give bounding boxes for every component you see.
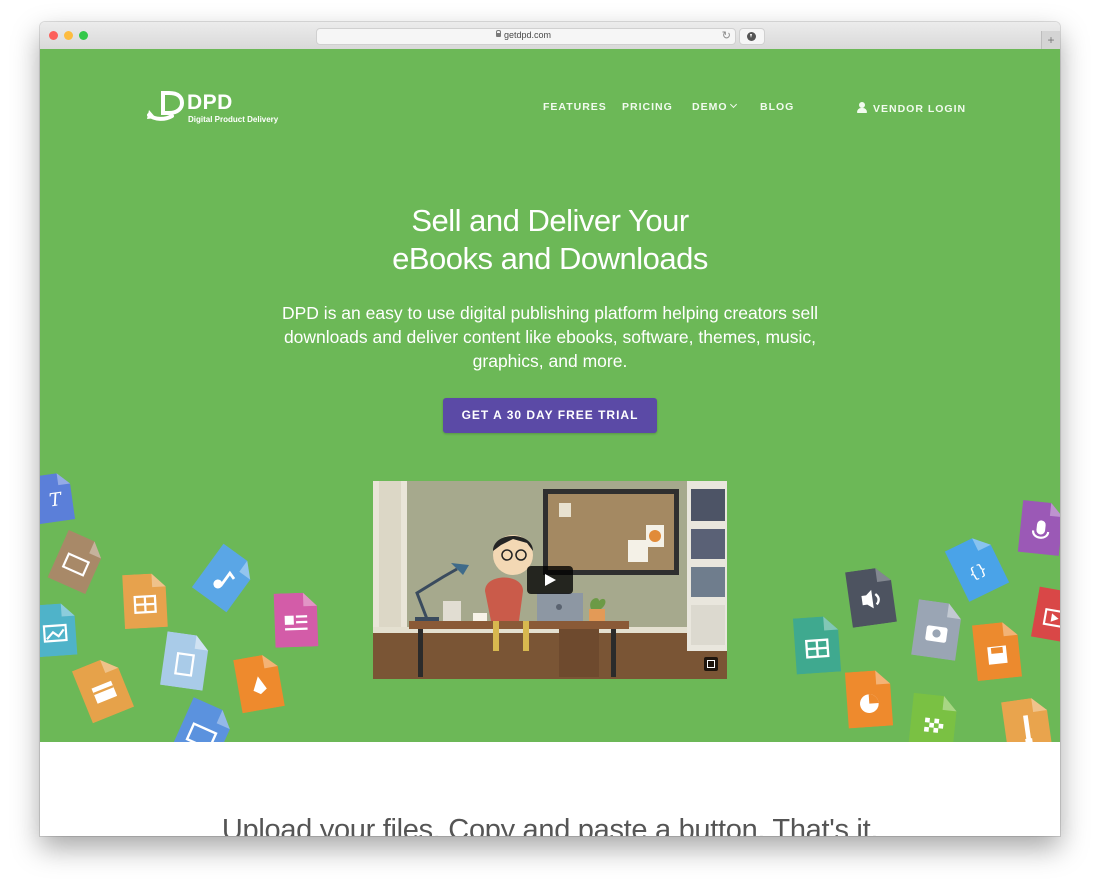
address-bar[interactable]: getdpd.com ↻ <box>316 28 736 45</box>
chevron-down-icon <box>729 100 737 109</box>
nav-vendor-login-label: VENDOR LOGIN <box>873 103 967 115</box>
maximize-window-button[interactable] <box>79 31 88 40</box>
hero-section: DPD Digital Product Delivery FEATURES PR… <box>40 49 1060 742</box>
downloads-button[interactable] <box>739 28 765 45</box>
dpd-logo[interactable]: DPD Digital Product Delivery <box>147 91 279 125</box>
audio-file-icon <box>845 568 897 628</box>
generic-file-icon <box>160 631 209 691</box>
reload-icon[interactable]: ↻ <box>722 29 731 42</box>
table-file-icon <box>792 616 842 675</box>
checker-file-icon <box>908 692 957 742</box>
nav-features[interactable]: FEATURES <box>543 101 607 113</box>
intro-video[interactable] <box>373 481 727 679</box>
close-window-button[interactable] <box>49 31 58 40</box>
video-file-icon <box>1030 586 1060 644</box>
pie-chart-file-icon <box>844 670 894 729</box>
document-file-icon <box>47 529 102 595</box>
news-file-icon <box>273 592 319 648</box>
play-button[interactable] <box>527 566 573 594</box>
logo-name: DPD <box>187 91 233 114</box>
floppy-file-icon <box>972 622 1022 682</box>
window-file-icon <box>170 697 230 742</box>
music-file-icon <box>191 543 251 613</box>
fullscreen-button[interactable] <box>704 657 718 671</box>
zip-file-icon <box>1001 698 1053 742</box>
minimize-window-button[interactable] <box>64 31 73 40</box>
logo-tagline: Digital Product Delivery <box>188 115 279 124</box>
text-file-icon: T <box>40 473 76 525</box>
browser-toolbar: getdpd.com ↻ + <box>40 22 1060 50</box>
image-file-icon <box>40 603 78 658</box>
address-url: getdpd.com <box>504 30 552 40</box>
lock-icon <box>496 30 501 37</box>
new-tab-button[interactable]: + <box>1041 31 1060 49</box>
microphone-file-icon <box>1017 499 1060 557</box>
hero-headline: Sell and Deliver Your eBooks and Downloa… <box>250 202 850 278</box>
hero-subtext: DPD is an easy to use digital publishing… <box>282 303 818 371</box>
nav-vendor-login[interactable]: VENDOR LOGIN <box>857 101 966 115</box>
archive-file-icon <box>71 659 135 724</box>
nav-pricing[interactable]: PRICING <box>622 101 673 113</box>
browser-window: getdpd.com ↻ + DPD Digital Product Deliv… <box>40 22 1060 836</box>
pen-file-icon <box>233 655 285 714</box>
nav-demo[interactable]: DEMO <box>692 100 737 113</box>
code-file-icon: {} <box>944 538 1010 602</box>
nav-demo-label: DEMO <box>692 101 728 113</box>
hero-headline-line-1: Sell and Deliver Your <box>411 203 689 238</box>
section-title: Upload your files. Copy and paste a butt… <box>221 814 879 836</box>
nav-blog[interactable]: BLOG <box>760 101 794 113</box>
free-trial-button[interactable]: GET A 30 DAY FREE TRIAL <box>443 398 657 433</box>
user-icon <box>857 102 867 113</box>
how-it-works-section: Upload your files. Copy and paste a butt… <box>40 742 1060 836</box>
hero-headline-line-2: eBooks and Downloads <box>392 241 708 276</box>
logo-mark-icon <box>147 91 185 121</box>
download-icon <box>747 32 756 41</box>
camera-file-icon <box>911 599 961 661</box>
spreadsheet-file-icon <box>122 573 168 630</box>
